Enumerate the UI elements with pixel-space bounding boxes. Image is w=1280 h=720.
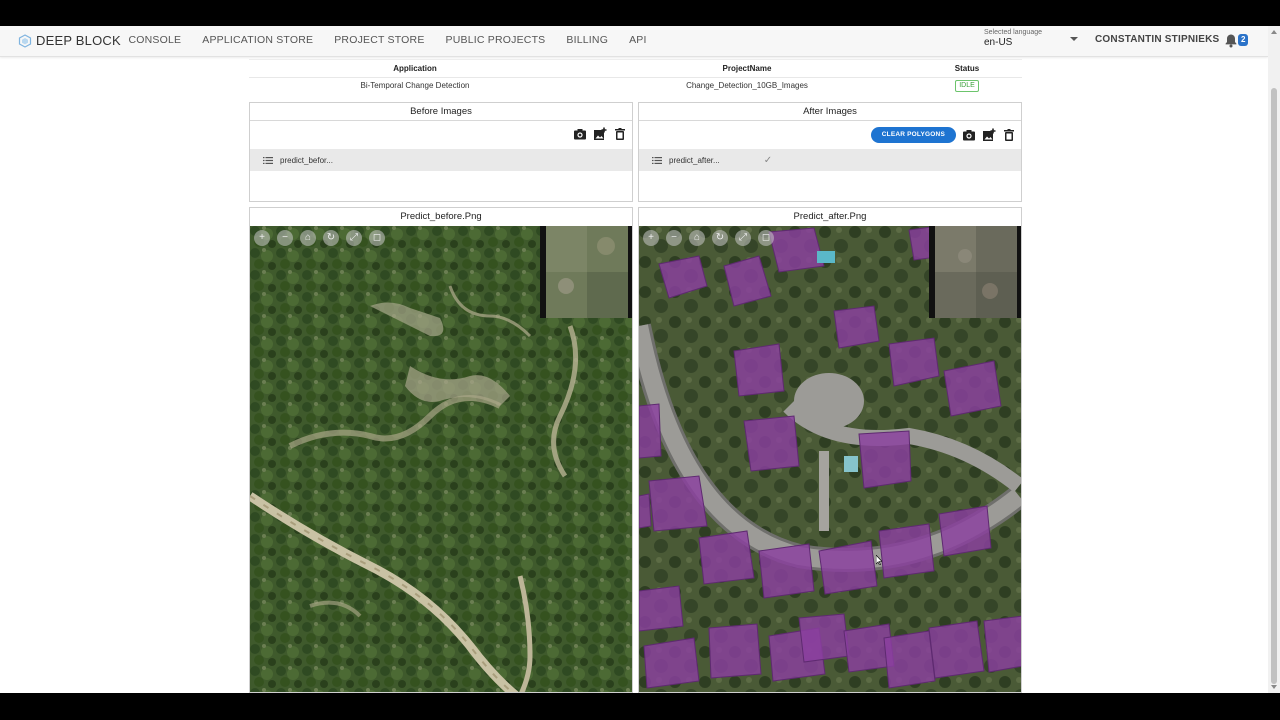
trash-icon[interactable] [1002,128,1016,142]
nav-links: CONSOLE APPLICATION STORE PROJECT STORE … [118,26,657,57]
notification-badge: 2 [1238,34,1249,46]
bell-icon[interactable] [1224,33,1238,48]
after-zoom-controls: + − ⌂ ↻ ⤢ ◻ [643,230,774,246]
before-file-name: predict_befor... [280,155,333,165]
scrollbar-thumb[interactable] [1271,88,1277,684]
application-value: Bi-Temporal Change Detection [360,81,470,90]
nav-application-store[interactable]: APPLICATION STORE [192,26,324,57]
before-viewer-title: Predict_before.Png [400,211,482,222]
chevron-down-icon [1070,37,1078,41]
zoom-in-button[interactable]: + [254,230,270,246]
scroll-down-icon[interactable] [1271,685,1277,689]
language-select[interactable]: Selected language en-US [984,29,1080,53]
before-minimap[interactable] [540,226,632,318]
after-images-panel: After Images CLEAR POLYGONS predict_afte… [638,102,1022,202]
logo-text: DEEP BLOCK [36,33,121,48]
nav-billing[interactable]: BILLING [556,26,619,57]
user-menu[interactable]: CONSTANTIN STIPNIEKS [1095,34,1219,45]
fullpage-button[interactable]: ⤢ [346,230,362,246]
language-value: en-US [984,37,1013,48]
check-icon: ✓ [763,154,773,166]
status-cell: IDLE [939,80,995,92]
project-name-value[interactable]: Change_Detection_10GB_Images [667,81,827,90]
before-images-title: Before Images [250,103,632,121]
project-info-table: Application ProjectName Status Bi-Tempor… [249,59,1022,97]
before-toolbar [573,127,627,141]
zoom-out-button[interactable]: − [277,230,293,246]
bottom-letterbox [0,693,1280,720]
after-file-row[interactable]: predict_after... ✓ [639,149,1021,171]
clear-polygons-button[interactable]: CLEAR POLYGONS [870,127,956,143]
before-image-viewer: Predict_before.Png + − ⌂ ↻ ⤢ ◻ [249,207,633,693]
home-button[interactable]: ⌂ [689,230,705,246]
before-map[interactable]: + − ⌂ ↻ ⤢ ◻ [250,226,632,692]
fullscreen-button[interactable]: ◻ [758,230,774,246]
after-minimap-image [935,226,1017,318]
zoom-out-button[interactable]: − [666,230,682,246]
trash-icon[interactable] [613,127,627,141]
scroll-up-icon[interactable] [1271,30,1277,34]
language-caption: Selected language [984,29,1042,36]
mouse-cursor-icon [876,555,882,565]
home-button[interactable]: ⌂ [300,230,316,246]
page-scrollbar[interactable] [1268,26,1280,693]
status-badge: IDLE [955,80,979,92]
logo-icon [18,33,32,48]
before-images-panel: Before Images predict_befor... [249,102,633,202]
after-toolbar: CLEAR POLYGONS [870,127,1016,143]
nav-api[interactable]: API [619,26,658,57]
add-image-icon[interactable] [593,127,607,141]
before-minimap-image [546,226,628,318]
list-icon [652,156,662,164]
nav-console[interactable]: CONSOLE [118,26,192,57]
zoom-in-button[interactable]: + [643,230,659,246]
after-image-viewer: Predict_after.Png + − ⌂ ↻ ⤢ ◻ [638,207,1022,693]
after-map[interactable]: + − ⌂ ↻ ⤢ ◻ [639,226,1021,692]
add-image-icon[interactable] [982,128,996,142]
after-images-title: After Images [639,103,1021,121]
header-status: Status [954,64,980,73]
camera-icon[interactable] [962,128,976,142]
table-divider [249,77,1022,78]
header-project-name: ProjectName [722,64,772,73]
after-minimap[interactable] [929,226,1021,318]
rotate-button[interactable]: ↻ [712,230,728,246]
list-icon [263,156,273,164]
nav-public-projects[interactable]: PUBLIC PROJECTS [435,26,556,57]
top-letterbox [0,0,1280,26]
before-zoom-controls: + − ⌂ ↻ ⤢ ◻ [254,230,385,246]
top-navbar: DEEP BLOCK CONSOLE APPLICATION STORE PRO… [0,26,1268,57]
logo[interactable]: DEEP BLOCK [18,33,121,48]
after-viewer-title: Predict_after.Png [793,211,867,222]
nav-project-store[interactable]: PROJECT STORE [324,26,435,57]
before-file-row[interactable]: predict_befor... [250,149,632,171]
header-application: Application [393,64,437,73]
fullscreen-button[interactable]: ◻ [369,230,385,246]
rotate-button[interactable]: ↻ [323,230,339,246]
app-page: DEEP BLOCK CONSOLE APPLICATION STORE PRO… [0,26,1280,693]
camera-icon[interactable] [573,127,587,141]
after-file-name: predict_after... [669,155,720,165]
fullpage-button[interactable]: ⤢ [735,230,751,246]
